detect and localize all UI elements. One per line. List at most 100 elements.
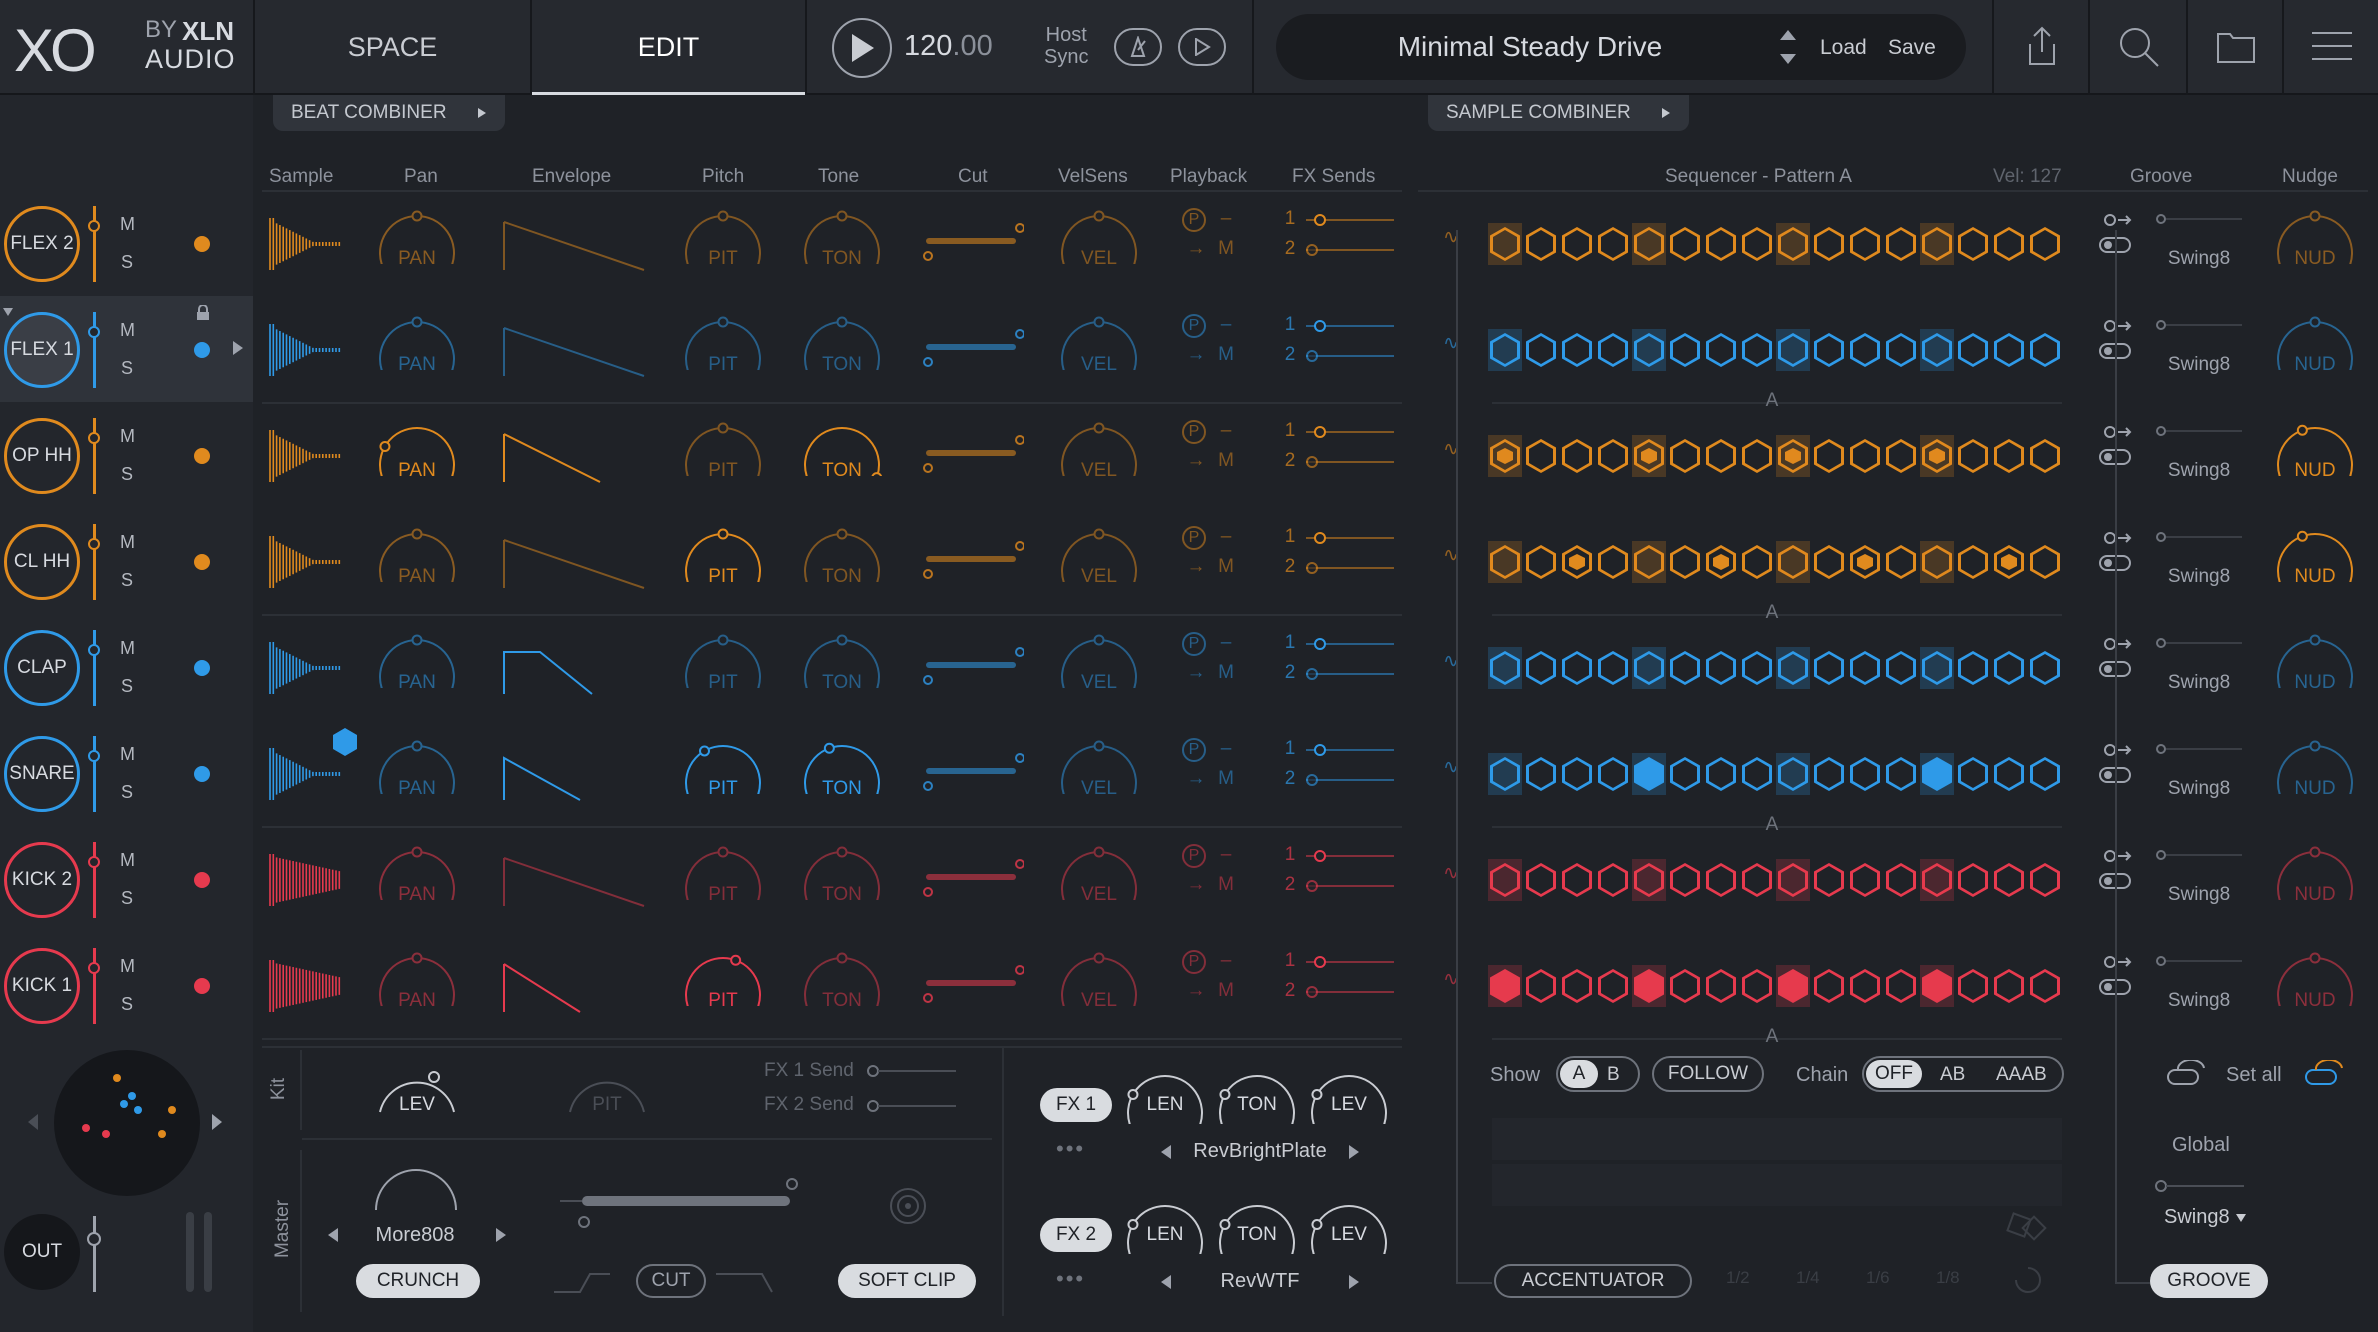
sample-waveform[interactable] [268,216,344,272]
step-7[interactable] [1706,545,1736,579]
step-7[interactable] [1706,227,1736,261]
step-3[interactable] [1562,439,1592,473]
step-8[interactable] [1742,333,1772,367]
step-14[interactable] [1958,439,1988,473]
load-button[interactable]: Load [1820,36,1867,60]
swing-slider[interactable] [2154,528,2244,544]
track-volume-fader[interactable] [93,524,96,600]
step-6[interactable] [1670,545,1700,579]
tempo-display[interactable]: 120.00 [904,30,993,63]
track-volume-handle[interactable] [88,326,100,338]
mute-button[interactable]: M [120,744,135,765]
export-icon[interactable] [2024,26,2060,66]
solo-button[interactable]: S [121,252,133,273]
step-6[interactable] [1670,969,1700,1003]
step-15[interactable] [1994,439,2024,473]
master-prev-icon[interactable] [326,1226,340,1244]
step-14[interactable] [1958,227,1988,261]
sample-waveform[interactable] [268,322,344,378]
step-16[interactable] [2030,545,2060,579]
playback-poly-button[interactable]: P [1182,420,1206,444]
fx-sends-sliders[interactable] [1302,210,1398,266]
step-11[interactable] [1850,757,1880,791]
sample-waveform[interactable] [268,640,344,696]
step-3[interactable] [1562,651,1592,685]
fx2-prev-icon[interactable] [1160,1274,1172,1290]
step-8[interactable] [1742,863,1772,897]
step-8[interactable] [1742,757,1772,791]
step-12[interactable] [1886,863,1916,897]
step-10[interactable] [1814,439,1844,473]
step-4[interactable] [1598,227,1628,261]
step-16[interactable] [2030,651,2060,685]
step-4[interactable] [1598,333,1628,367]
step-10[interactable] [1814,863,1844,897]
swing-slider[interactable] [2154,634,2244,650]
follow-button[interactable]: FOLLOW [1652,1056,1764,1092]
accent-lane-2[interactable] [1492,1164,2062,1206]
swing-slider[interactable] [2154,422,2244,438]
cut-slider[interactable] [920,328,1025,372]
envelope-graph[interactable] [500,324,648,380]
step-15[interactable] [1994,757,2024,791]
xo-logo[interactable]: XO [14,16,97,85]
track-button-flex-1[interactable]: FLEX 1 [4,312,80,388]
step-4[interactable] [1598,651,1628,685]
step-2[interactable] [1526,863,1556,897]
step-6[interactable] [1670,757,1700,791]
mute-button[interactable]: M [120,532,135,553]
cut-slider[interactable] [920,858,1025,902]
fx1-prev-icon[interactable] [1160,1144,1172,1160]
chain-ab-button[interactable]: AB [1940,1064,1965,1086]
cut-slider[interactable] [920,540,1025,584]
track-volume-handle[interactable] [88,750,100,762]
envelope-graph[interactable] [500,536,648,592]
step-16[interactable] [2030,227,2060,261]
step-10[interactable] [1814,227,1844,261]
master-drive-knob[interactable] [368,1160,464,1220]
solo-button[interactable]: S [121,994,133,1015]
cut-slider[interactable] [920,964,1025,1008]
playback-poly-button[interactable]: P [1182,526,1206,550]
tab-edit[interactable]: EDIT [532,0,805,95]
step-12[interactable] [1886,227,1916,261]
step-2[interactable] [1526,333,1556,367]
step-14[interactable] [1958,757,1988,791]
host-sync-label[interactable]: Host Sync [1044,24,1088,68]
fx-sends-sliders[interactable] [1302,846,1398,902]
step-16[interactable] [2030,333,2060,367]
sample-waveform[interactable] [268,852,344,908]
output-fader-handle[interactable] [87,1232,101,1246]
cut-slider[interactable] [920,752,1025,796]
step-4[interactable] [1598,969,1628,1003]
sample-combiner-tab[interactable]: SAMPLE COMBINER [1428,95,1689,131]
swing-slider[interactable] [2154,740,2244,756]
xy-left-icon[interactable] [26,1112,40,1132]
accent-lane-1[interactable] [1492,1118,2062,1160]
cut-slider[interactable] [920,434,1025,478]
crunch-button[interactable]: CRUNCH [356,1264,480,1298]
step-3[interactable] [1562,545,1592,579]
search-icon[interactable] [2118,26,2160,68]
step-10[interactable] [1814,333,1844,367]
step-10[interactable] [1814,757,1844,791]
swing-slider[interactable] [2154,952,2244,968]
step-15[interactable] [1994,969,2024,1003]
mute-button[interactable]: M [120,426,135,447]
solo-button[interactable]: S [121,676,133,697]
fx1-next-icon[interactable] [1348,1144,1360,1160]
step-3[interactable] [1562,863,1592,897]
track-volume-fader[interactable] [93,630,96,706]
fx-sends-sliders[interactable] [1302,422,1398,478]
master-compressor-slider[interactable] [552,1178,802,1228]
track-volume-handle[interactable] [88,432,100,444]
track-volume-handle[interactable] [88,538,100,550]
accentuator-button[interactable]: ACCENTUATOR [1494,1264,1692,1298]
step-3[interactable] [1562,757,1592,791]
dice-icon[interactable] [2006,1210,2050,1294]
global-swing-slider[interactable] [2154,1178,2244,1194]
play-button[interactable] [832,18,892,78]
swing-slider[interactable] [2154,846,2244,862]
solo-button[interactable]: S [121,782,133,803]
preset-updown-icon[interactable] [1778,28,1798,66]
